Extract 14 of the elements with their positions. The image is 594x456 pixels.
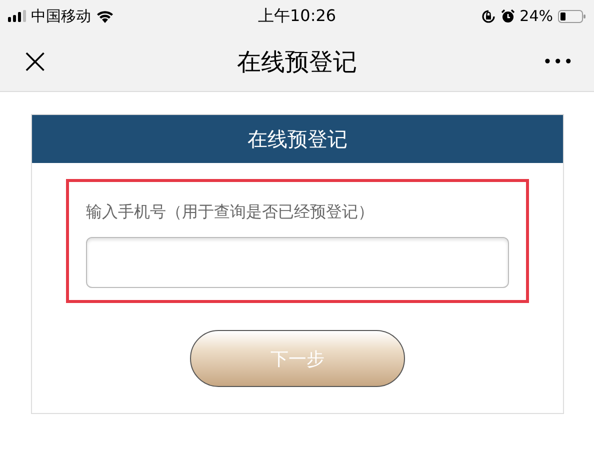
signal-icon — [8, 10, 26, 22]
field-label: 输入手机号（用于查询是否已经预登记） — [86, 202, 375, 223]
battery-icon — [558, 10, 586, 22]
clock-time: 上午10:26 — [258, 6, 336, 26]
alarm-icon — [500, 9, 515, 23]
rotation-lock-icon — [480, 8, 496, 24]
close-button[interactable]: × — [20, 44, 60, 80]
phone-input-field[interactable] — [86, 237, 509, 288]
wifi-icon — [96, 10, 114, 22]
carrier-name: 中国移动 — [31, 6, 91, 26]
more-button[interactable]: ••• — [534, 52, 574, 71]
card-title: 在线预登记 — [32, 115, 563, 163]
battery-percent: 24% — [520, 7, 554, 25]
page-title: 在线预登记 — [236, 46, 358, 78]
